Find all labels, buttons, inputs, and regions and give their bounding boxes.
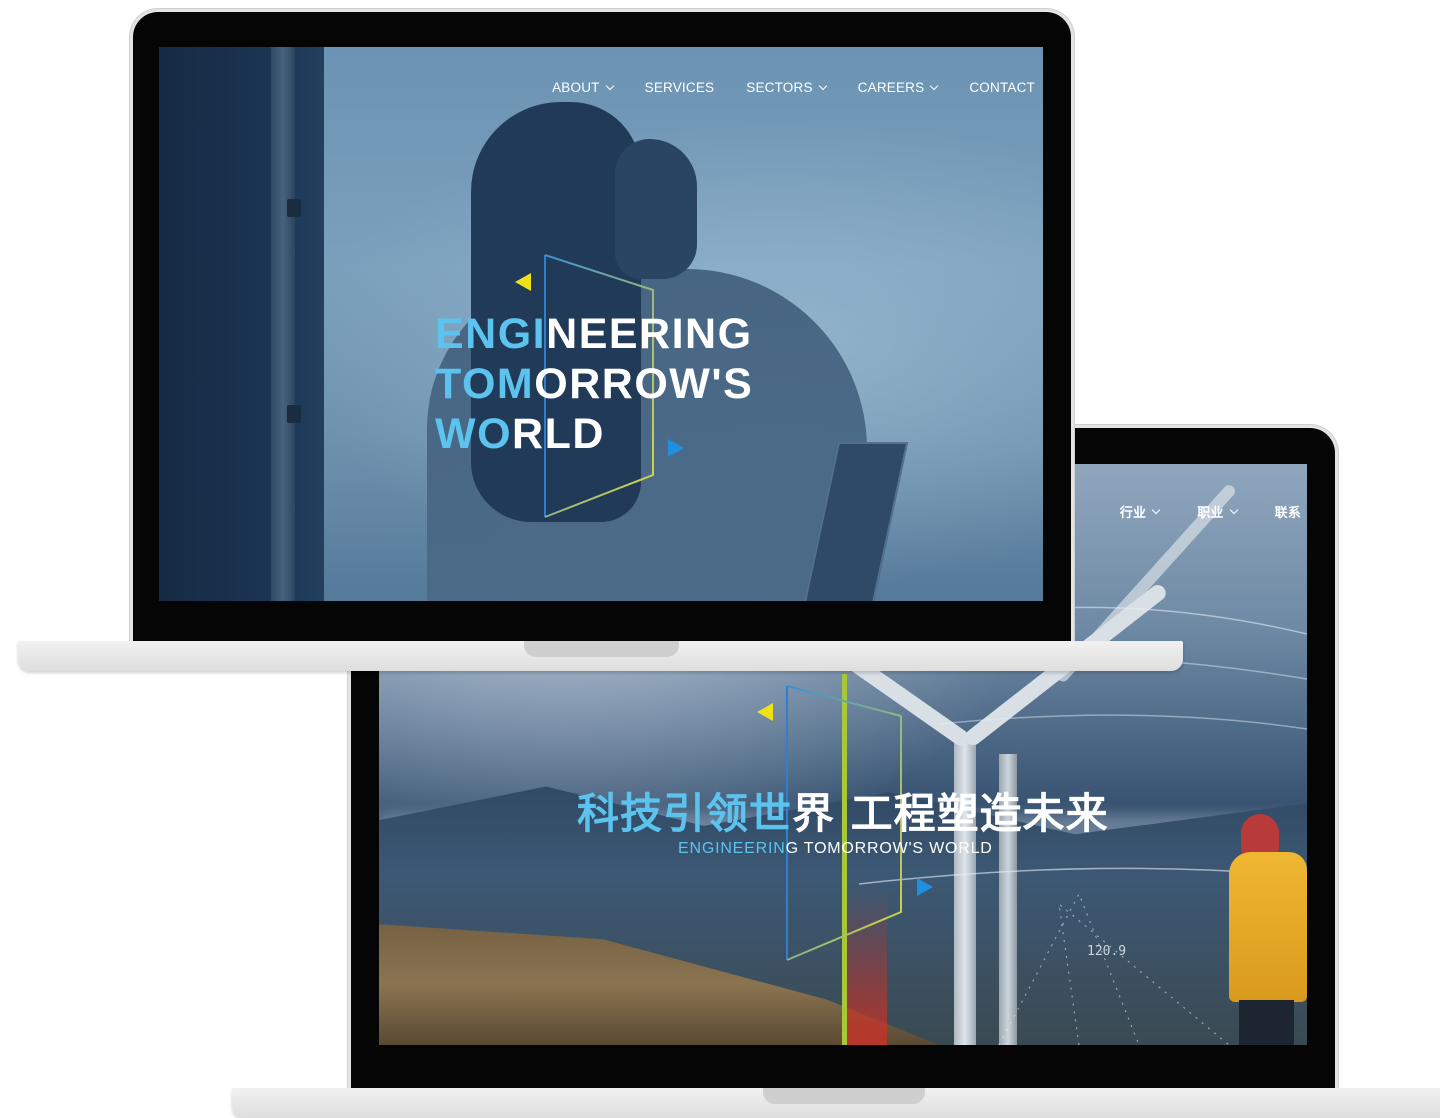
data-readout: 120.9 bbox=[1087, 944, 1127, 959]
nav-item-industries[interactable]: 行业 bbox=[1120, 502, 1161, 521]
hero-line-1: ENGINEERING bbox=[435, 310, 753, 358]
left-arrow-icon bbox=[515, 273, 531, 291]
chevron-down-icon bbox=[818, 81, 827, 90]
front-laptop-screen: ABOUT SERVICES SECTORS CAREERS CONTACT E… bbox=[159, 47, 1043, 601]
chevron-down-icon bbox=[1229, 505, 1238, 514]
nav-item-about[interactable]: ABOUT bbox=[552, 80, 614, 95]
cn-hero-title: 科技引领世界 工程塑造未来 bbox=[577, 789, 1109, 838]
hero-title: ENGINEERING TOMORROW'S WORLD bbox=[435, 309, 753, 459]
left-arrow-icon bbox=[757, 703, 773, 721]
chevron-down-icon bbox=[605, 81, 614, 90]
front-nav-bar: ABOUT SERVICES SECTORS CAREERS CONTACT bbox=[552, 80, 1035, 95]
person-image bbox=[1229, 814, 1307, 1045]
back-laptop-notch bbox=[763, 1088, 925, 1104]
chevron-down-icon bbox=[930, 81, 939, 90]
nav-item-contact[interactable]: CONTACT bbox=[969, 80, 1035, 95]
right-arrow-icon bbox=[917, 878, 933, 896]
nav-item-careers[interactable]: CAREERS bbox=[858, 80, 939, 95]
front-laptop-notch bbox=[524, 641, 679, 657]
nav-item-careers-cn[interactable]: 职业 bbox=[1197, 502, 1238, 521]
hero-line-2: TOMORROW'S bbox=[435, 360, 754, 408]
nav-item-sectors[interactable]: SECTORS bbox=[746, 80, 827, 95]
cn-hero-subtitle: ENGINEERING TOMORROW'S WORLD bbox=[678, 840, 993, 857]
chevron-down-icon bbox=[1151, 505, 1161, 514]
hero-line-3: WORLD bbox=[435, 410, 605, 458]
nav-item-contact-cn[interactable]: 联系 bbox=[1275, 502, 1301, 521]
back-nav-bar: 行业 职业 联系 bbox=[1120, 502, 1301, 521]
nav-item-services[interactable]: SERVICES bbox=[645, 80, 715, 95]
